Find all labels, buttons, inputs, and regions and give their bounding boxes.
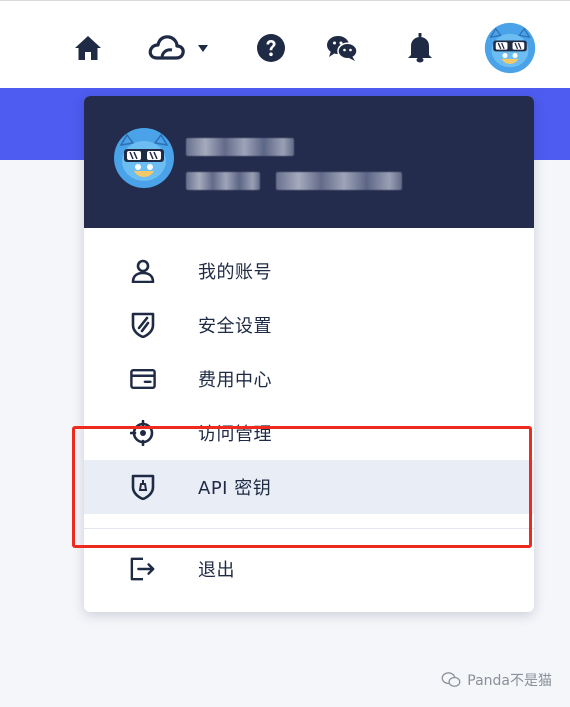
menu-item-label: 费用中心 bbox=[198, 370, 272, 391]
watermark-text: Panda不是猫 bbox=[467, 673, 552, 689]
logout-icon bbox=[130, 556, 156, 582]
menu-item-logout[interactable]: 退出 bbox=[84, 542, 534, 596]
wallet-icon bbox=[130, 366, 156, 392]
user-icon bbox=[130, 258, 156, 284]
menu-item-label: 访问管理 bbox=[198, 424, 272, 445]
menu-divider bbox=[84, 528, 534, 529]
menu-item-label: API 密钥 bbox=[198, 478, 272, 499]
top-navbar bbox=[0, 0, 570, 88]
wechat-icon[interactable] bbox=[325, 28, 359, 68]
menu-list: 我的账号 安全设置 费用中心 访问管理 API 密钥 bbox=[84, 244, 534, 514]
menu-item-billing-center[interactable]: 费用中心 bbox=[84, 352, 534, 406]
cloud-icon bbox=[148, 35, 208, 60]
profile-avatar bbox=[113, 127, 175, 189]
username-obscured bbox=[186, 138, 294, 156]
chevron-down-icon bbox=[198, 45, 208, 52]
menu-item-label: 安全设置 bbox=[198, 316, 272, 337]
home-icon[interactable] bbox=[70, 28, 106, 68]
menu-item-access-management[interactable]: 访问管理 bbox=[84, 406, 534, 460]
avatar[interactable] bbox=[484, 22, 536, 74]
menu-item-security-settings[interactable]: 安全设置 bbox=[84, 298, 534, 352]
watermark: Panda不是猫 bbox=[441, 670, 552, 690]
shield-icon bbox=[130, 312, 156, 338]
user-dropdown-menu: 我的账号 安全设置 费用中心 访问管理 API 密钥 退出 bbox=[84, 96, 534, 612]
menu-item-my-account[interactable]: 我的账号 bbox=[84, 244, 534, 298]
user-profile-header bbox=[84, 96, 534, 228]
access-icon bbox=[130, 420, 156, 446]
account-id-obscured bbox=[276, 172, 402, 190]
menu-item-api-keys[interactable]: API 密钥 bbox=[84, 460, 534, 514]
menu-item-label: 我的账号 bbox=[198, 262, 272, 283]
wechat-icon bbox=[441, 672, 461, 687]
bell-icon[interactable] bbox=[404, 28, 436, 68]
key-shield-icon bbox=[130, 474, 156, 500]
logout-section: 退出 bbox=[84, 542, 534, 596]
help-icon[interactable] bbox=[255, 28, 287, 68]
account-id-obscured bbox=[186, 172, 260, 190]
menu-item-label: 退出 bbox=[198, 560, 235, 581]
cloud-menu-button[interactable] bbox=[148, 28, 214, 68]
